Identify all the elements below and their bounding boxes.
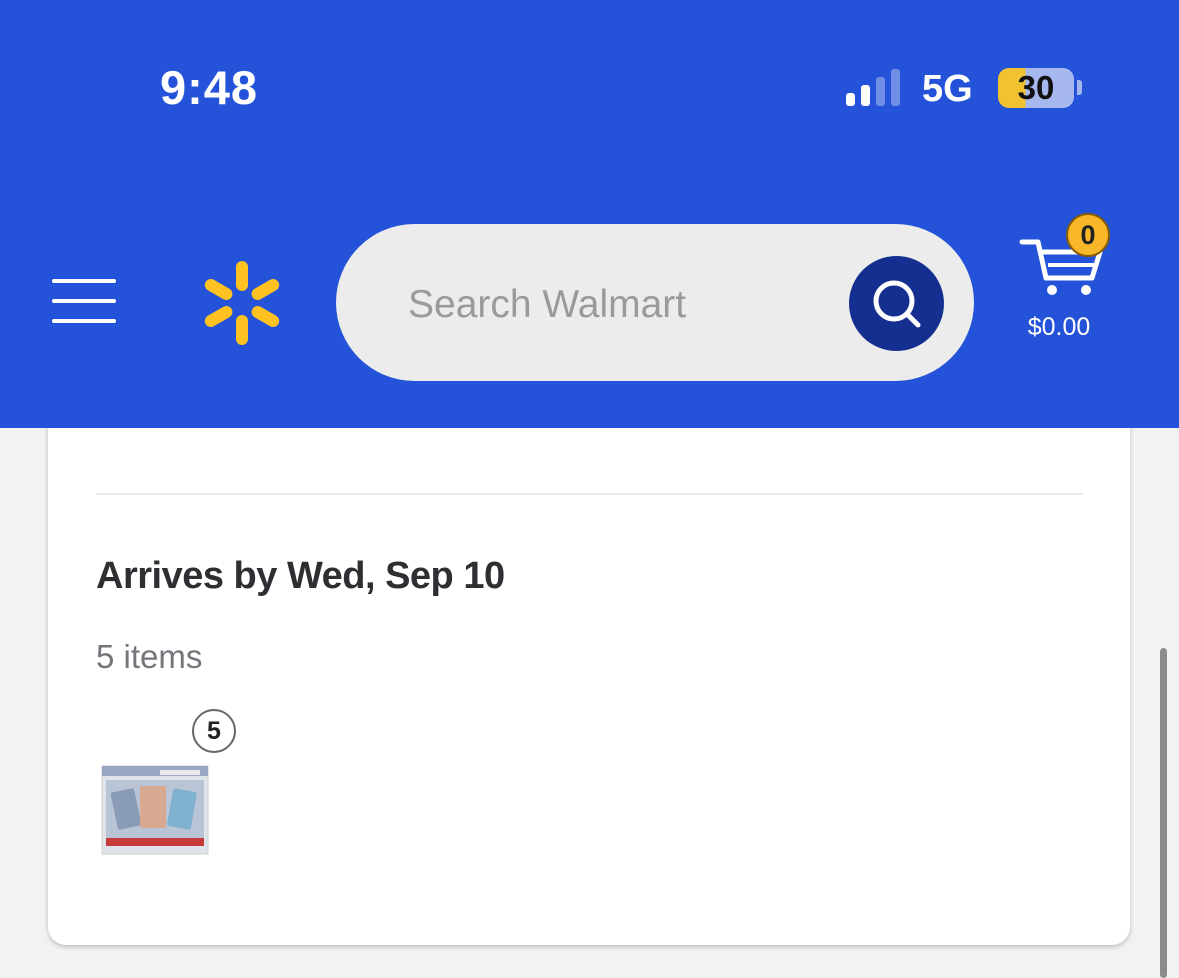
status-time: 9:48 xyxy=(160,61,259,114)
walmart-spark-logo-icon[interactable] xyxy=(200,258,284,348)
hamburger-menu-button[interactable] xyxy=(52,279,116,327)
signal-strength-icon xyxy=(846,69,906,106)
network-type: 5G xyxy=(922,68,973,110)
app-header: 9:48 5G 30 Search Walmart 0 $0.00 xyxy=(0,0,1179,428)
product-thumbnail[interactable] xyxy=(100,762,210,862)
items-count: 5 items xyxy=(96,638,203,675)
scrollbar[interactable] xyxy=(1160,648,1167,978)
arrival-date-heading: Arrives by Wed, Sep 10 xyxy=(96,555,505,597)
order-card: Arrives by Wed, Sep 10 5 items 5 xyxy=(48,380,1130,945)
search-icon xyxy=(873,280,920,327)
battery-level: 30 xyxy=(1017,69,1055,106)
search-input[interactable] xyxy=(408,280,828,330)
search-button[interactable] xyxy=(849,256,944,351)
battery-tip xyxy=(1077,80,1082,95)
cart-count-badge: 0 xyxy=(1066,213,1110,257)
cart-total[interactable]: $0.00 xyxy=(1014,313,1104,342)
quantity-badge: 5 xyxy=(192,709,236,753)
divider xyxy=(96,493,1083,495)
battery-icon: 30 xyxy=(998,68,1074,108)
